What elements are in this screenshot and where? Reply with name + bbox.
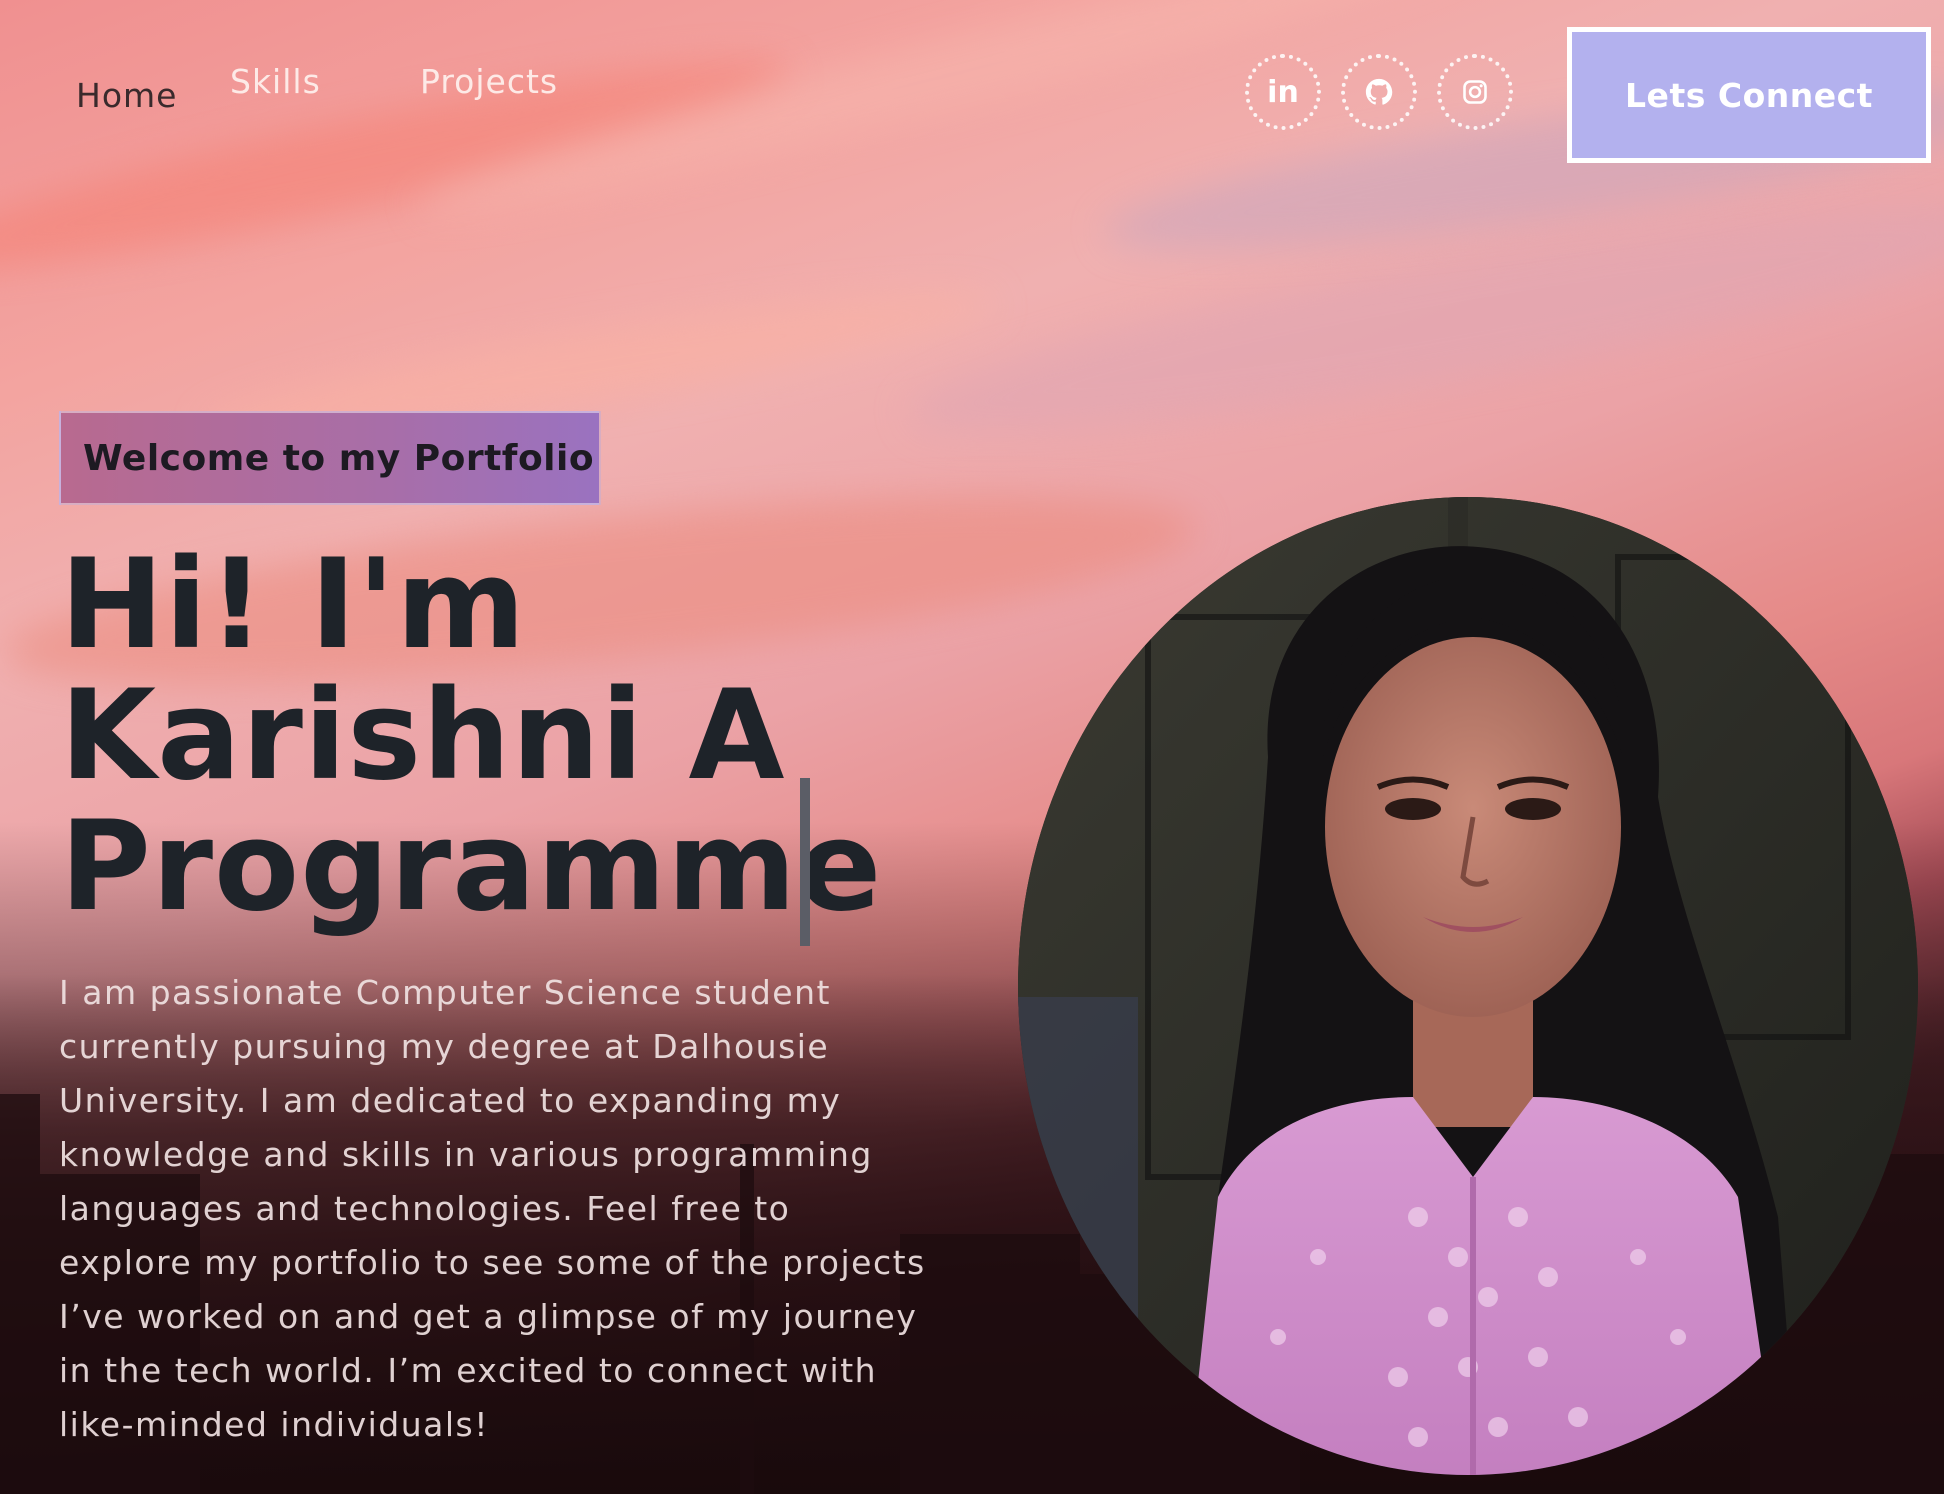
github-button[interactable] [1341,54,1417,130]
github-icon [1365,78,1393,105]
welcome-tagline: Welcome to my Portfolio [59,411,601,505]
lets-connect-button[interactable]: Lets Connect [1567,27,1931,163]
portfolio-hero-page: Home Skills Projects in Lets Connect Wel… [0,0,1944,1494]
typing-cursor [800,778,810,946]
building-silhouette [0,1094,40,1494]
bio-line: I am passionate Computer Science student [59,973,831,1012]
nav-projects-link[interactable]: Projects [420,62,558,101]
profile-portrait-illustration [1018,497,1918,1475]
bio-line: languages and technologies. Feel free to [59,1189,791,1228]
bio-line: explore my portfolio to see some of the … [59,1243,926,1282]
headline-line: Karishni A [60,664,786,808]
hero-bio-paragraph: I am passionate Computer Science student… [59,966,959,1452]
linkedin-icon: in [1267,74,1299,110]
hero-headline: Hi! I'm Karishni A Programme [60,540,882,933]
bio-line: in the tech world. I’m excited to connec… [59,1351,878,1390]
profile-photo [1018,497,1918,1475]
bio-line: University. I am dedicated to expanding … [59,1081,842,1120]
headline-line: Programme [60,795,883,939]
instagram-icon [1463,80,1487,104]
bio-line: knowledge and skills in various programm… [59,1135,873,1174]
bio-line: I’ve worked on and get a glimpse of my j… [59,1297,918,1336]
bio-line: currently pursuing my degree at Dalhousi… [59,1027,830,1066]
headline-line: Hi! I'm [60,533,527,677]
instagram-button[interactable] [1437,54,1513,130]
nav-skills-link[interactable]: Skills [230,62,321,101]
linkedin-button[interactable]: in [1245,54,1321,130]
bio-line: like-minded individuals! [59,1405,489,1444]
nav-home-link[interactable]: Home [76,76,177,115]
